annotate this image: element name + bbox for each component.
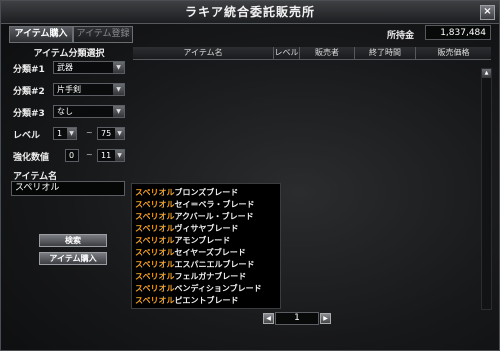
level-range-separator: ~ [86, 128, 93, 137]
suggestion-item[interactable]: スペリオルベンディションブレード [135, 284, 262, 294]
gold-label: 所持金 [387, 31, 415, 41]
chevron-down-icon[interactable]: ▼ [67, 128, 76, 139]
category1-select[interactable]: 武器 ▼ [53, 61, 125, 74]
suggestion-prefix: スペリオル [135, 260, 175, 269]
suggestion-name: ヴィサヤブレード [174, 224, 239, 233]
suggestion-name: エスパニエルブレード [174, 260, 255, 269]
page-number[interactable]: 1 [275, 312, 319, 325]
chevron-down-icon[interactable]: ▼ [113, 84, 124, 95]
column-level[interactable]: レベル [274, 47, 300, 59]
category1-value: 武器 [57, 63, 73, 72]
suggestion-name: フェルガナブレード [174, 272, 247, 281]
prev-page-icon[interactable]: ◀ [263, 313, 274, 324]
suggestion-name: セイヤーズブレード [174, 248, 246, 257]
category3-label: 分類#3 [13, 109, 45, 119]
category3-value: なし [57, 107, 73, 116]
item-name-input[interactable]: スペリオル [11, 181, 125, 196]
chevron-down-icon[interactable]: ▼ [115, 128, 124, 139]
enhance-label: 強化数値 [13, 153, 50, 163]
suggestion-prefix: スペリオル [135, 200, 175, 209]
enhance-min-select[interactable]: 0 [65, 149, 79, 162]
chevron-down-icon[interactable]: ▼ [115, 150, 124, 161]
level-max-value: 75 [101, 129, 112, 138]
suggestion-name: ブロンズブレード [174, 188, 239, 197]
category-section-title: アイテム分類選択 [33, 49, 105, 59]
suggestion-prefix: スペリオル [135, 212, 175, 221]
suggestion-name: アモンブレード [174, 236, 231, 245]
level-min-value: 1 [57, 129, 63, 138]
suggestion-name: セイ＝ベラ・ブレード [174, 200, 255, 209]
suggestion-name: アクバール・ブレード [174, 212, 254, 221]
search-button[interactable]: 検索 [39, 234, 107, 247]
chevron-down-icon[interactable]: ▼ [113, 62, 124, 73]
suggestion-item[interactable]: スペリオルフェルガナブレード [135, 272, 246, 282]
tab-register-item[interactable]: アイテム登録 [73, 26, 133, 43]
category2-value: 片手剣 [57, 85, 81, 94]
enhance-min-value: 0 [69, 151, 75, 160]
results-table-header: アイテム名 レベル 販売者 終了時間 販売価格 [133, 47, 491, 60]
suggestion-item[interactable]: スペリオルアクバール・ブレード [135, 212, 254, 222]
suggestion-item[interactable]: スペリオルセイヤーズブレード [135, 248, 246, 258]
suggestion-item[interactable]: スペリオルアモンブレード [135, 236, 230, 246]
gold-value: 1,837,484 [425, 25, 491, 40]
enhance-range-separator: ~ [86, 150, 93, 159]
column-end-time[interactable]: 終了時間 [355, 47, 416, 59]
name-suggestion-list: スペリオルブロンズブレード スペリオルセイ＝ベラ・ブレード スペリオルアクバール… [131, 183, 281, 309]
suggestion-prefix: スペリオル [135, 248, 175, 257]
suggestion-name: ベンディションブレード [174, 284, 262, 293]
category1-label: 分類#1 [13, 65, 45, 75]
close-icon[interactable]: × [480, 5, 495, 20]
column-seller[interactable]: 販売者 [300, 47, 355, 59]
suggestion-prefix: スペリオル [135, 188, 175, 197]
suggestion-item[interactable]: スペリオルピエントブレード [135, 296, 238, 306]
category3-select[interactable]: なし ▼ [53, 105, 125, 118]
enhance-max-select[interactable]: 11 ▼ [97, 149, 125, 162]
column-price[interactable]: 販売価格 [416, 47, 491, 59]
suggestion-item[interactable]: スペリオルセイ＝ベラ・ブレード [135, 200, 254, 210]
buy-item-button[interactable]: アイテム購入 [39, 252, 107, 265]
suggestion-prefix: スペリオル [135, 296, 175, 305]
level-label: レベル [13, 131, 41, 141]
suggestion-prefix: スペリオル [135, 236, 175, 245]
column-item-name[interactable]: アイテム名 [133, 47, 274, 59]
suggestion-item[interactable]: スペリオルブロンズブレード [135, 188, 238, 198]
scroll-up-icon[interactable]: ▲ [482, 69, 491, 78]
suggestion-prefix: スペリオル [135, 272, 175, 281]
suggestion-name: ピエントブレード [174, 296, 239, 305]
suggestion-prefix: スペリオル [135, 284, 175, 293]
chevron-down-icon[interactable]: ▼ [113, 106, 124, 117]
category2-label: 分類#2 [13, 87, 45, 97]
category2-select[interactable]: 片手剣 ▼ [53, 83, 125, 96]
tab-buy-item[interactable]: アイテム購入 [9, 26, 73, 43]
suggestion-item[interactable]: スペリオルヴィサヤブレード [135, 224, 238, 234]
level-min-select[interactable]: 1 ▼ [53, 127, 77, 140]
enhance-max-value: 11 [101, 151, 112, 160]
suggestion-prefix: スペリオル [135, 224, 175, 233]
results-scrollbar[interactable]: ▲ [481, 68, 492, 310]
consignment-window: ラキア統合委託販売所 × アイテム購入 アイテム登録 所持金 1,837,484… [0, 0, 500, 351]
next-page-icon[interactable]: ▶ [320, 313, 331, 324]
window-title: ラキア統合委託販売所 [1, 1, 499, 24]
level-max-select[interactable]: 75 ▼ [97, 127, 125, 140]
suggestion-item[interactable]: スペリオルエスパニエルブレード [135, 260, 254, 270]
